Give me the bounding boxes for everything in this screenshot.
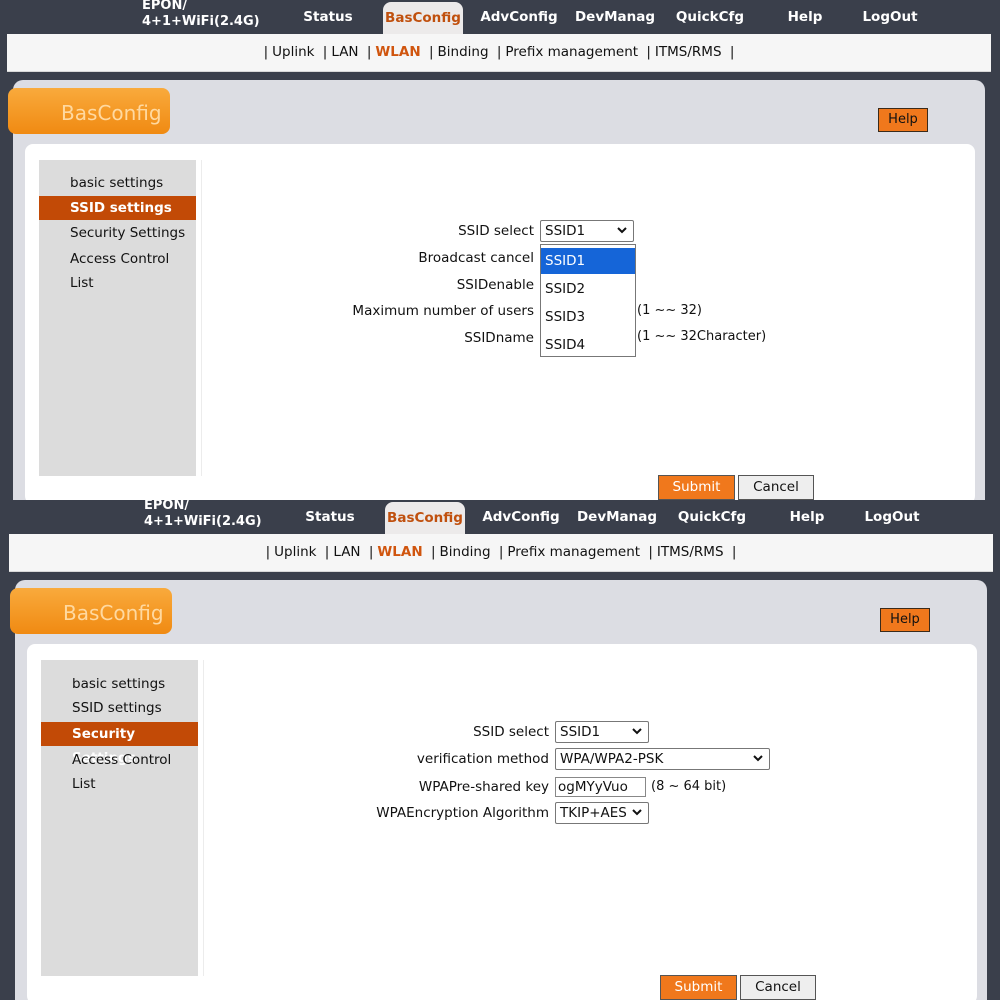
subnav-binding[interactable]: Binding	[440, 544, 491, 560]
ssid-select-label: SSID select	[458, 223, 534, 239]
nav-status[interactable]: Status	[296, 0, 360, 34]
nav-devmanag[interactable]: DevManag	[574, 500, 660, 534]
subnav-lan[interactable]: LAN	[333, 544, 360, 560]
help-button[interactable]: Help	[878, 108, 928, 132]
subnav-prefix-management[interactable]: Prefix management	[507, 544, 640, 560]
submit-button[interactable]: Submit	[658, 475, 735, 500]
nav-status[interactable]: Status	[298, 500, 362, 534]
ssid-enable-label: SSIDenable	[456, 277, 534, 293]
nav-logout[interactable]: LogOut	[857, 0, 923, 34]
ssid-select-label: SSID select	[473, 724, 549, 740]
nav-help[interactable]: Help	[780, 0, 830, 34]
sub-navigation: | Uplink | LAN | WLAN | Binding | Prefix mana…	[7, 34, 991, 72]
sidebar-item-security-settings[interactable]: Security Settings	[41, 722, 198, 766]
nav-quickcfg[interactable]: QuickCfg	[674, 500, 750, 534]
product-name: EPON/ 4+1+WiFi(2.4G)	[142, 0, 260, 29]
subnav-wlan[interactable]: WLAN	[377, 544, 422, 560]
page-title: BasConfig	[8, 88, 170, 134]
broadcast-cancel-label: Broadcast cancel	[418, 250, 534, 266]
nav-basconfig[interactable]: BasConfig	[383, 2, 463, 34]
nav-advconfig[interactable]: AdvConfig	[478, 0, 560, 34]
sidebar-item-access-control-list[interactable]: Access Control List	[39, 247, 196, 291]
nav-advconfig[interactable]: AdvConfig	[480, 500, 562, 534]
verification-method-select[interactable]: WPA/WPA2-PSK	[555, 748, 770, 770]
encryption-algorithm-label: WPAEncryption Algorithm	[376, 805, 549, 821]
sidebar: basic settings SSID settings Security Se…	[39, 160, 196, 476]
verification-method-label: verification method	[416, 751, 549, 767]
chevron-down-icon	[632, 809, 642, 816]
ssid-name-hint: (1 ~~ 32Character)	[637, 329, 767, 344]
nav-logout[interactable]: LogOut	[859, 500, 925, 534]
product-name: EPON/ 4+1+WiFi(2.4G)	[144, 500, 262, 529]
psk-input[interactable]: ogMYyVuo	[555, 777, 646, 797]
psk-hint: (8 ~ 64 bit)	[651, 779, 727, 794]
help-button[interactable]: Help	[880, 608, 930, 632]
subnav-binding[interactable]: Binding	[438, 44, 489, 60]
sidebar-item-basic-settings[interactable]: basic settings	[41, 672, 198, 696]
sidebar-item-security-settings[interactable]: Security Settings	[39, 221, 196, 245]
encryption-algorithm-select[interactable]: TKIP+AES	[555, 802, 649, 824]
ssid-option-3[interactable]: SSID3	[541, 304, 635, 330]
nav-basconfig[interactable]: BasConfig	[385, 502, 465, 534]
sidebar-item-ssid-settings[interactable]: SSID settings	[39, 196, 196, 220]
max-users-label: Maximum number of users	[352, 303, 534, 319]
sidebar-item-basic-settings[interactable]: basic settings	[39, 171, 196, 195]
subnav-itms-rms[interactable]: ITMS/RMS	[657, 544, 724, 560]
ssid-option-4[interactable]: SSID4	[541, 332, 635, 358]
sidebar-item-access-control-list[interactable]: Access Control List	[41, 748, 198, 792]
chevron-down-icon	[632, 728, 642, 735]
ssid-dropdown-list: SSID1 SSID2 SSID3 SSID4	[540, 244, 636, 357]
subnav-lan[interactable]: LAN	[331, 44, 358, 60]
sidebar-item-ssid-settings[interactable]: SSID settings	[41, 696, 198, 720]
page-title: BasConfig	[10, 588, 172, 634]
sub-navigation: | Uplink | LAN | WLAN | Binding | Prefix mana…	[9, 534, 993, 572]
ssid-select[interactable]: SSID1	[555, 721, 649, 743]
security-settings-screen: EPON/ 4+1+WiFi(2.4G) Status BasConfig Ad…	[0, 500, 1000, 1000]
nav-devmanag[interactable]: DevManag	[572, 0, 658, 34]
nav-help[interactable]: Help	[782, 500, 832, 534]
cancel-button[interactable]: Cancel	[738, 475, 814, 500]
cancel-button[interactable]: Cancel	[740, 975, 816, 1000]
submit-button[interactable]: Submit	[660, 975, 737, 1000]
max-users-hint: (1 ~~ 32)	[637, 303, 703, 318]
subnav-wlan[interactable]: WLAN	[375, 44, 420, 60]
subnav-prefix-management[interactable]: Prefix management	[505, 44, 638, 60]
ssid-option-1[interactable]: SSID1	[541, 248, 635, 274]
ssid-name-label: SSIDname	[464, 330, 534, 346]
sidebar: basic settings SSID settings Security Se…	[41, 660, 198, 976]
chevron-down-icon	[753, 755, 763, 762]
ssid-select[interactable]: SSID1	[540, 220, 634, 242]
nav-quickcfg[interactable]: QuickCfg	[672, 0, 748, 34]
subnav-itms-rms[interactable]: ITMS/RMS	[655, 44, 722, 60]
psk-label: WPAPre-shared key	[418, 779, 549, 795]
ssid-option-2[interactable]: SSID2	[541, 276, 635, 302]
subnav-uplink[interactable]: Uplink	[274, 544, 316, 560]
subnav-uplink[interactable]: Uplink	[272, 44, 314, 60]
ssid-settings-screen: EPON/ 4+1+WiFi(2.4G) Status BasConfig Ad…	[0, 0, 1000, 500]
chevron-down-icon	[617, 227, 627, 234]
